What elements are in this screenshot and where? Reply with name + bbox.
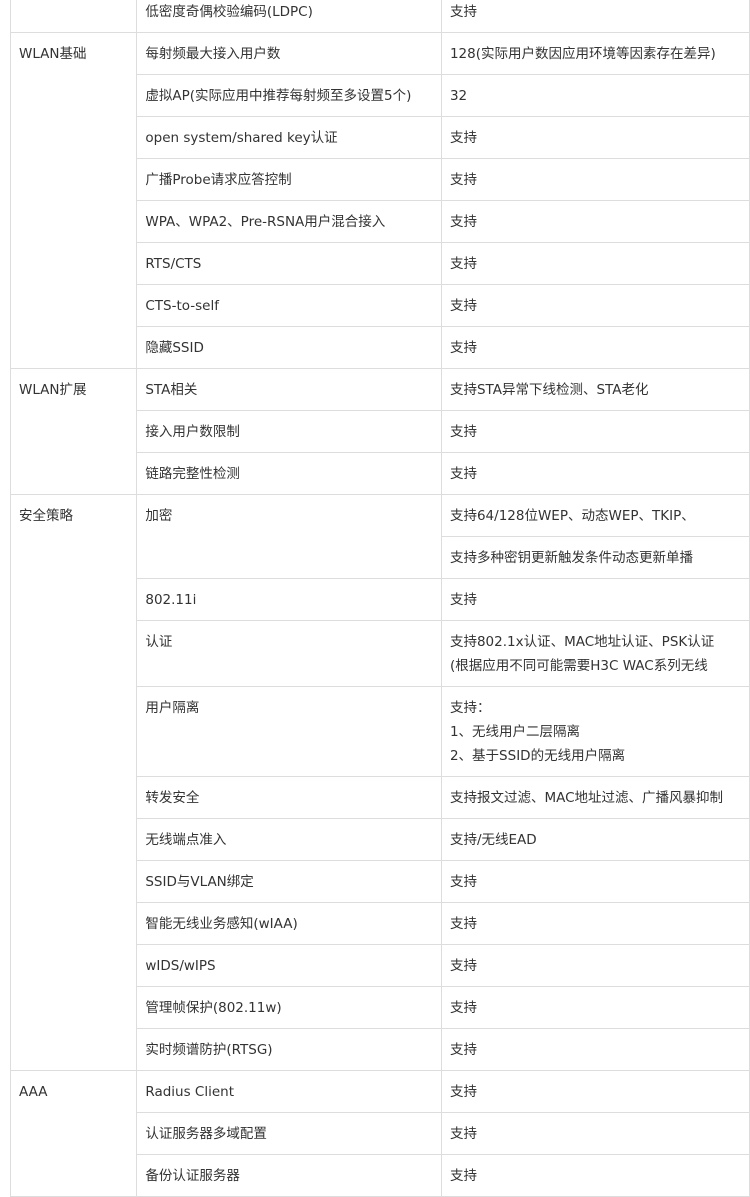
value-cell: 支持 xyxy=(440,1112,750,1155)
feature-cell: 用户隔离 xyxy=(136,686,442,777)
feature-cell: WPA、WPA2、Pre-RSNA用户混合接入 xyxy=(136,200,442,243)
feature-cell: 低密度奇偶校验编码(LDPC) xyxy=(136,0,442,33)
feature-cell: STA相关 xyxy=(136,368,442,411)
table-row: WLAN基础 每射频最大接入用户数 128(实际用户数因应用环境等因素存在差异) xyxy=(9,32,750,369)
spec-table-body: 低密度奇偶校验编码(LDPC) 支持 WLAN基础 每射频最大接入用户数 128(实际用… xyxy=(9,0,750,1197)
value-cell: 支持 xyxy=(440,986,750,1029)
value-cell: 支持 xyxy=(440,200,750,243)
value-line: 支持 xyxy=(449,4,477,20)
feature-cell: 链路完整性检测 xyxy=(136,452,442,495)
feature-cell: 转发安全 xyxy=(136,776,442,819)
feature-cell: CTS-to-self xyxy=(136,284,442,327)
table-row: 安全策略 加密 支持64/128位WEP、动态WEP、TKIP、 xyxy=(9,494,750,1071)
value-cell: 支持 xyxy=(440,902,750,945)
value-line: 支持 xyxy=(449,1168,477,1184)
value-line: 支持 xyxy=(449,172,477,188)
value-line: 支持 xyxy=(449,874,477,890)
value-line: 支持 xyxy=(449,298,477,314)
value-cell: 支持 xyxy=(440,116,750,159)
feature-cell: open system/shared key认证 xyxy=(136,116,442,159)
table-row: 低密度奇偶校验编码(LDPC) 支持 xyxy=(9,0,750,33)
value-cell: 支持 xyxy=(440,326,750,369)
category-cell xyxy=(9,0,138,33)
value-line: 支持 xyxy=(449,1084,477,1100)
value-line: 支持 xyxy=(449,340,477,356)
value-line: 支持报文过滤、MAC地址过滤、广播风暴抑制 xyxy=(449,790,724,806)
value-cell: 支持802.1x认证、MAC地址认证、PSK认证 (根据应用不同可能需要H3C W… xyxy=(440,620,750,687)
feature-cell: RTS/CTS xyxy=(136,242,442,285)
value-cell: 支持 xyxy=(440,410,750,453)
value-cell: 支持64/128位WEP、动态WEP、TKIP、 xyxy=(440,494,750,537)
value-line: (根据应用不同可能需要H3C WAC系列无线 xyxy=(449,658,708,674)
feature-cell: 虚拟AP(实际应用中推荐每射频至多设置5个) xyxy=(136,74,442,117)
value-line: 支持 xyxy=(449,256,477,272)
value-cell: 支持报文过滤、MAC地址过滤、广播风暴抑制 xyxy=(440,776,750,819)
spec-table: 低密度奇偶校验编码(LDPC) 支持 WLAN基础 每射频最大接入用户数 128(实际用… xyxy=(9,0,750,1197)
value-cell: 支持多种密钥更新触发条件动态更新单播 xyxy=(440,536,750,579)
value-cell: 支持 xyxy=(440,578,750,621)
feature-cell: 加密 xyxy=(136,494,442,579)
value-line: 支持 xyxy=(449,466,477,482)
value-line: 支持STA异常下线检测、STA老化 xyxy=(449,382,649,398)
feature-cell: 广播Probe请求应答控制 xyxy=(136,158,442,201)
value-cell: 支持/无线EAD xyxy=(440,818,750,861)
value-line: 支持802.1x认证、MAC地址认证、PSK认证 xyxy=(449,634,715,650)
value-line: 支持 xyxy=(449,916,477,932)
category-cell: 安全策略 xyxy=(9,494,138,1071)
value-cell: 支持 xyxy=(440,158,750,201)
value-line: 2、基于SSID的无线用户隔离 xyxy=(449,748,626,764)
feature-cell: 每射频最大接入用户数 xyxy=(136,32,442,75)
feature-cell: SSID与VLAN绑定 xyxy=(136,860,442,903)
value-line: 支持/无线EAD xyxy=(449,832,537,848)
value-cell: 128(实际用户数因应用环境等因素存在差异) xyxy=(440,32,750,75)
value-cell: 支持 xyxy=(440,284,750,327)
value-cell: 支持 xyxy=(440,1028,750,1071)
value-line: 支持 xyxy=(449,214,477,230)
value-cell: 支持 xyxy=(440,0,750,33)
feature-cell: 隐藏SSID xyxy=(136,326,442,369)
feature-cell: 接入用户数限制 xyxy=(136,410,442,453)
feature-cell: 无线端点准入 xyxy=(136,818,442,861)
value-line: 支持 xyxy=(449,592,477,608)
value-line: 支持64/128位WEP、动态WEP、TKIP、 xyxy=(449,508,695,524)
feature-cell: 认证 xyxy=(136,620,442,687)
value-line: 支持 xyxy=(449,130,477,146)
feature-cell: 认证服务器多域配置 xyxy=(136,1112,442,1155)
value-cell: 支持STA异常下线检测、STA老化 xyxy=(440,368,750,411)
feature-cell: wIDS/wIPS xyxy=(136,944,442,987)
value-line: 支持 xyxy=(449,1042,477,1058)
feature-cell: 802.11i xyxy=(136,578,442,621)
table-row: WLAN扩展 STA相关 支持STA异常下线检测、STA老化 xyxy=(9,368,750,495)
value-cell: 支持： 1、无线用户二层隔离 2、基于SSID的无线用户隔离 xyxy=(440,686,750,777)
value-cell: 支持 xyxy=(440,944,750,987)
value-cell: 支持 xyxy=(440,860,750,903)
table-row: AAA Radius Client 支持 xyxy=(9,1070,750,1197)
value-line: 支持 xyxy=(449,424,477,440)
category-cell: WLAN基础 xyxy=(9,32,138,369)
feature-cell: Radius Client xyxy=(136,1070,442,1113)
value-line: 支持 xyxy=(449,958,477,974)
value-cell: 支持 xyxy=(440,452,750,495)
value-cell: 32 xyxy=(440,74,750,117)
value-cell: 支持 xyxy=(440,242,750,285)
value-line: 支持： xyxy=(449,700,491,716)
feature-cell: 备份认证服务器 xyxy=(136,1154,442,1197)
category-cell: AAA xyxy=(9,1070,138,1197)
value-cell: 支持 xyxy=(440,1070,750,1113)
value-line: 32 xyxy=(449,88,468,104)
value-line: 128(实际用户数因应用环境等因素存在差异) xyxy=(449,46,716,62)
feature-cell: 管理帧保护(802.11w) xyxy=(136,986,442,1029)
value-cell: 支持 xyxy=(440,1154,750,1197)
value-line: 支持多种密钥更新触发条件动态更新单播 xyxy=(449,550,693,566)
value-line: 支持 xyxy=(449,1000,477,1016)
category-cell: WLAN扩展 xyxy=(9,368,138,495)
feature-cell: 智能无线业务感知(wIAA) xyxy=(136,902,442,945)
value-line: 支持 xyxy=(449,1126,477,1142)
feature-cell: 实时频谱防护(RTSG) xyxy=(136,1028,442,1071)
value-line: 1、无线用户二层隔离 xyxy=(449,724,581,740)
